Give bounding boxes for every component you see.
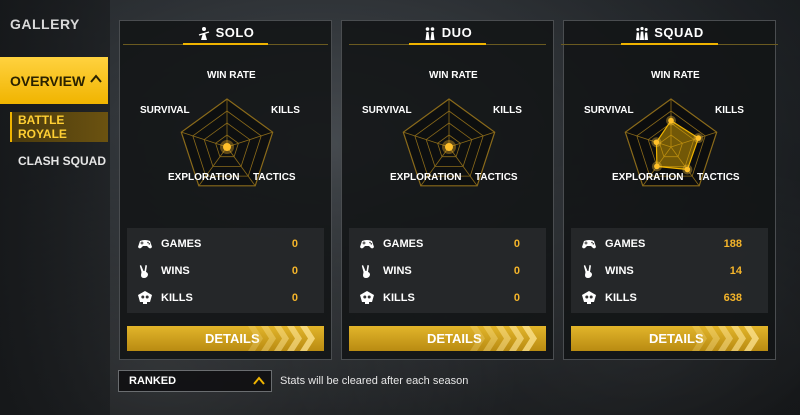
stat-value: 14: [729, 265, 742, 277]
stat-label: KILLS: [605, 292, 637, 304]
mode-title-text: SQUAD: [654, 25, 704, 40]
radar-axis-label-exploration: EXPLORATION: [612, 172, 684, 183]
stat-row-kills: KILLS 0: [349, 286, 546, 310]
radar-point: [223, 143, 231, 151]
radar-axis-label-exploration: EXPLORATION: [168, 172, 240, 183]
stat-row-games: GAMES 0: [349, 232, 546, 256]
radar-axis-label-win-rate: WIN RATE: [429, 70, 478, 81]
chevron-up-icon: [90, 74, 102, 83]
stat-label: KILLS: [383, 292, 415, 304]
radar-axis-label-survival: SURVIVAL: [140, 105, 190, 116]
season-note: Stats will be cleared after each season: [280, 375, 469, 387]
stat-row-wins: WINS 0: [349, 259, 546, 283]
radar-axis-label-survival: SURVIVAL: [584, 105, 634, 116]
radar-axis-label-tactics: TACTICS: [253, 172, 296, 183]
card-header: DUO: [342, 21, 553, 49]
card-header: SQUAD: [560, 21, 779, 49]
skull-icon: [360, 291, 374, 304]
radar-point: [654, 163, 660, 170]
sidebar-item-clash-squad[interactable]: CLASH SQUAD: [18, 154, 106, 168]
duo-players-icon: [425, 26, 435, 40]
skull-icon: [582, 291, 596, 304]
mode-title-text: SOLO: [215, 25, 255, 40]
stat-row-wins: WINS 14: [571, 259, 768, 283]
radar-point: [668, 117, 674, 124]
stat-row-wins: WINS 0: [127, 259, 324, 283]
stat-row-games: GAMES 188: [571, 232, 768, 256]
mode-card-duo: DUO WIN RATE KILLS TACTICS EXPLORATION SURVIV…: [341, 20, 554, 360]
sidebar-item-battle-royale[interactable]: BATTLE ROYALE: [10, 112, 108, 142]
stat-label: GAMES: [161, 238, 202, 250]
victory-hand-icon: [139, 265, 148, 278]
stats-panel: GAMES 188 WINS 14 KILLS 638: [571, 228, 768, 313]
squad-players-icon: [636, 26, 649, 40]
stats-panel: GAMES 0 WINS 0 KILLS 0: [349, 228, 546, 313]
gamepad-icon: [138, 240, 152, 249]
radar-point: [445, 143, 453, 151]
victory-hand-icon: [583, 265, 592, 278]
stat-value: 638: [723, 292, 742, 304]
season-mode-selected: RANKED: [129, 375, 177, 387]
stat-value: 0: [513, 265, 520, 277]
radar-axis-label-survival: SURVIVAL: [362, 105, 412, 116]
stat-row-kills: KILLS 638: [571, 286, 768, 310]
victory-hand-icon: [361, 265, 370, 278]
stat-label: WINS: [383, 265, 412, 277]
mode-card-solo: SOLO WIN RATE KILLS TACTICS EXPLORATION SURVI…: [119, 20, 332, 360]
stat-label: WINS: [161, 265, 190, 277]
stats-radar-chart: WIN RATE KILLS TACTICS EXPLORATION SURVIVAL: [342, 61, 555, 221]
sidebar-item-overview[interactable]: OVERVIEW: [0, 57, 108, 104]
stat-value: 0: [291, 265, 298, 277]
stat-label: KILLS: [161, 292, 193, 304]
radar-axis-label-kills: KILLS: [715, 105, 744, 116]
sidebar-item-gallery[interactable]: GALLERY: [10, 16, 80, 32]
radar-point: [695, 135, 702, 141]
skull-icon: [138, 291, 152, 304]
radar-axis-label-win-rate: WIN RATE: [207, 70, 256, 81]
mode-title: DUO: [348, 25, 547, 45]
chevrons-right-icon: [692, 326, 759, 351]
season-mode-dropdown[interactable]: RANKED: [118, 370, 272, 392]
solo-player-icon: [198, 26, 209, 40]
radar-point: [653, 139, 660, 146]
chevron-up-icon: [253, 376, 265, 385]
radar-axis-label-tactics: TACTICS: [475, 172, 518, 183]
stat-label: WINS: [605, 265, 634, 277]
mode-card-squad: SQUAD WIN RATE KILLS TACTICS EXPLORATION SURV…: [560, 20, 779, 360]
stat-value: 0: [513, 292, 520, 304]
stat-value: 188: [723, 238, 742, 250]
chevrons-right-icon: [470, 326, 537, 351]
sidebar: GALLERY OVERVIEW BATTLE ROYALE CLASH SQU…: [0, 0, 110, 415]
stat-value: 0: [291, 238, 298, 250]
details-button-solo[interactable]: DETAILS: [127, 326, 324, 351]
card-header: SOLO: [120, 21, 331, 49]
radar-point: [684, 166, 691, 173]
stat-value: 0: [291, 292, 298, 304]
stats-radar-chart: WIN RATE KILLS TACTICS EXPLORATION SURVIVAL: [120, 61, 333, 221]
details-button-squad[interactable]: DETAILS: [571, 326, 768, 351]
chevrons-right-icon: [248, 326, 315, 351]
mode-title-text: DUO: [441, 25, 473, 40]
radar-axis-label-kills: KILLS: [271, 105, 300, 116]
mode-title: SOLO: [122, 25, 329, 45]
radar-axis-label-tactics: TACTICS: [697, 172, 740, 183]
gamepad-icon: [582, 240, 596, 249]
radar-axis-label-win-rate: WIN RATE: [651, 70, 700, 81]
stats-panel: GAMES 0 WINS 0 KILLS 0: [127, 228, 324, 313]
stat-value: 0: [513, 238, 520, 250]
stats-radar-chart: WIN RATE KILLS TACTICS EXPLORATION SURVIVAL: [564, 61, 777, 221]
stat-label: GAMES: [383, 238, 424, 250]
mode-title: SQUAD: [560, 25, 779, 45]
stat-row-games: GAMES 0: [127, 232, 324, 256]
gamepad-icon: [360, 240, 374, 249]
stat-row-kills: KILLS 0: [127, 286, 324, 310]
overview-label: OVERVIEW: [10, 72, 86, 89]
radar-axis-label-exploration: EXPLORATION: [390, 172, 462, 183]
details-button-duo[interactable]: DETAILS: [349, 326, 546, 351]
radar-axis-label-kills: KILLS: [493, 105, 522, 116]
stat-label: GAMES: [605, 238, 646, 250]
